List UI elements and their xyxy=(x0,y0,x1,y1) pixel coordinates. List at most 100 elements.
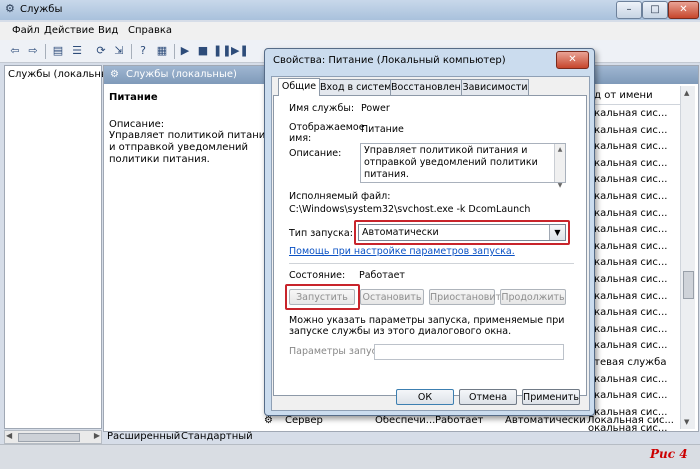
display-name-label: Отображаемое имя: xyxy=(289,122,365,144)
scroll-up-icon[interactable]: ▲ xyxy=(684,89,689,97)
stop-icon[interactable]: ■ xyxy=(196,44,210,58)
service-name-value: Power xyxy=(361,103,390,114)
scroll-left-icon[interactable]: ◀ xyxy=(6,431,12,440)
table-cell[interactable]: окальная сис... xyxy=(584,189,680,206)
refresh-icon[interactable]: ⟳ xyxy=(94,44,108,58)
pane-title: Службы (локальные) xyxy=(126,69,237,80)
tab-recovery[interactable]: Восстановление xyxy=(390,79,473,95)
services-gear-icon: ⚙ xyxy=(5,2,15,15)
table-cell[interactable]: окальная сис... xyxy=(584,372,680,389)
dialog-title: Свойства: Питание (Локальный компьютер) xyxy=(273,55,506,66)
table-cell[interactable]: окальная сис... xyxy=(584,239,680,256)
selected-service-name: Питание xyxy=(109,92,158,103)
console-tree-icon[interactable]: ▤ xyxy=(51,44,65,58)
menu-view[interactable]: Вид xyxy=(98,25,118,36)
figure-label: Рис 4 xyxy=(650,447,688,461)
exe-path-value: C:\Windows\system32\svchost.exe -k DcomL… xyxy=(289,204,531,215)
table-cell[interactable]: окальная сис... xyxy=(584,272,680,289)
table-cell[interactable]: окальная сис... xyxy=(584,172,680,189)
title-bar: ⚙ Службы – □ ✕ xyxy=(0,0,700,20)
table-cell[interactable]: окальная сис... xyxy=(584,206,680,223)
scroll-thumb[interactable] xyxy=(18,433,80,442)
table-cell[interactable]: окальная сис... xyxy=(584,255,680,272)
status-label: Состояние: xyxy=(289,270,346,281)
list-view-icon[interactable]: ☰ xyxy=(70,44,84,58)
scroll-down-icon[interactable]: ▼ xyxy=(684,418,689,426)
resume-button[interactable]: Продолжить xyxy=(500,289,566,305)
vertical-scrollbar[interactable]: ▲ ▼ xyxy=(680,86,695,429)
view-tabs: Расширенный Стандартный xyxy=(103,430,697,443)
stop-button[interactable]: Остановить xyxy=(360,289,424,305)
menu-file[interactable]: Файл xyxy=(12,25,40,36)
toolbar-separator xyxy=(131,44,132,59)
close-button[interactable]: ✕ xyxy=(668,1,699,19)
tab-extended[interactable]: Расширенный xyxy=(107,430,180,443)
forward-arrow-icon[interactable]: ⇨ xyxy=(26,44,40,58)
table-cell[interactable]: етевая служба xyxy=(584,355,680,372)
description-field[interactable]: Управляет политикой питания и отправкой … xyxy=(360,143,566,189)
general-tab-panel: Имя службы: Power Отображаемое имя: Пита… xyxy=(273,95,587,396)
cancel-button[interactable]: Отмена xyxy=(459,389,517,405)
apply-button[interactable]: Применить xyxy=(522,389,580,405)
service-row-logon[interactable]: Локальная сис... xyxy=(587,413,674,429)
params-hint: Можно указать параметры запуска, применя… xyxy=(289,315,565,337)
toolbar-separator xyxy=(174,44,175,59)
ok-button[interactable]: ОК xyxy=(396,389,454,405)
logon-column: окальная сис... окальная сис... окальная… xyxy=(584,106,680,438)
column-header-logon[interactable]: од от имени xyxy=(584,88,680,105)
params-input[interactable] xyxy=(374,344,564,360)
tab-general[interactable]: Общие xyxy=(278,78,320,96)
horizontal-scrollbar[interactable]: ◀ ▶ xyxy=(4,430,102,444)
service-description-panel: Питание Описание: Управляет политикой пи… xyxy=(109,92,279,166)
restart-icon[interactable]: ▶❚ xyxy=(231,44,249,58)
description-label: Описание: xyxy=(289,148,342,159)
service-name-label: Имя службы: xyxy=(289,103,355,114)
table-cell[interactable]: окальная сис... xyxy=(584,322,680,339)
description-label: Описание: xyxy=(109,119,165,130)
play-icon[interactable]: ▶ xyxy=(178,44,192,58)
status-bar xyxy=(0,444,700,469)
back-arrow-icon[interactable]: ⇦ xyxy=(8,44,22,58)
help-icon[interactable]: ? xyxy=(136,44,150,58)
scroll-right-icon[interactable]: ▶ xyxy=(94,431,100,440)
table-cell[interactable]: окальная сис... xyxy=(584,156,680,173)
startup-help-link[interactable]: Помощь при настройке параметров запуска. xyxy=(289,246,515,257)
table-cell[interactable]: окальная сис... xyxy=(584,106,680,123)
gear-icon: ⚙ xyxy=(110,69,119,80)
scroll-thumb[interactable] xyxy=(683,271,694,299)
status-value: Работает xyxy=(359,270,405,281)
dialog-close-button[interactable]: ✕ xyxy=(556,51,589,69)
menu-action[interactable]: Действие xyxy=(44,25,94,36)
divider xyxy=(289,263,574,264)
highlight-startup xyxy=(354,220,570,245)
table-cell[interactable]: окальная сис... xyxy=(584,338,680,355)
table-cell[interactable]: окальная сис... xyxy=(584,222,680,239)
highlight-start xyxy=(285,284,360,310)
tab-dependencies[interactable]: Зависимости xyxy=(461,79,529,95)
description-text: Управляет политикой питания и отправкой … xyxy=(364,145,538,180)
pause-icon[interactable]: ❚❚ xyxy=(213,44,231,58)
menu-help[interactable]: Справка xyxy=(128,25,172,36)
description-scrollbar[interactable]: ▲ ▼ xyxy=(554,144,565,189)
minimize-button[interactable]: – xyxy=(616,1,642,19)
display-name-value[interactable]: Питание xyxy=(361,124,404,135)
window-title: Службы xyxy=(20,4,63,15)
startup-type-label: Тип запуска: xyxy=(289,228,353,239)
properties-dialog: Свойства: Питание (Локальный компьютер) … xyxy=(264,48,595,416)
export-list-icon[interactable]: ⇲ xyxy=(112,44,126,58)
table-cell[interactable]: окальная сис... xyxy=(584,123,680,140)
table-cell[interactable]: окальная сис... xyxy=(584,139,680,156)
table-cell[interactable]: окальная сис... xyxy=(584,305,680,322)
description-text: Управляет политикой питания и отправкой … xyxy=(109,130,272,165)
properties-icon[interactable]: ▦ xyxy=(155,44,169,58)
pause-button[interactable]: Приостановить xyxy=(429,289,507,305)
menu-bar: Файл Действие Вид Справка xyxy=(0,22,700,40)
table-cell[interactable]: окальная сис... xyxy=(584,289,680,306)
services-window: ⚙ Службы – □ ✕ Файл Действие Вид Справка… xyxy=(0,0,700,469)
tab-logon[interactable]: Вход в систему xyxy=(319,79,397,95)
console-tree: Службы (локальные) xyxy=(4,65,119,429)
tab-standard[interactable]: Стандартный xyxy=(181,430,253,443)
maximize-button[interactable]: □ xyxy=(642,1,668,19)
table-cell[interactable]: окальная сис... xyxy=(584,388,680,405)
toolbar-separator xyxy=(45,44,46,59)
